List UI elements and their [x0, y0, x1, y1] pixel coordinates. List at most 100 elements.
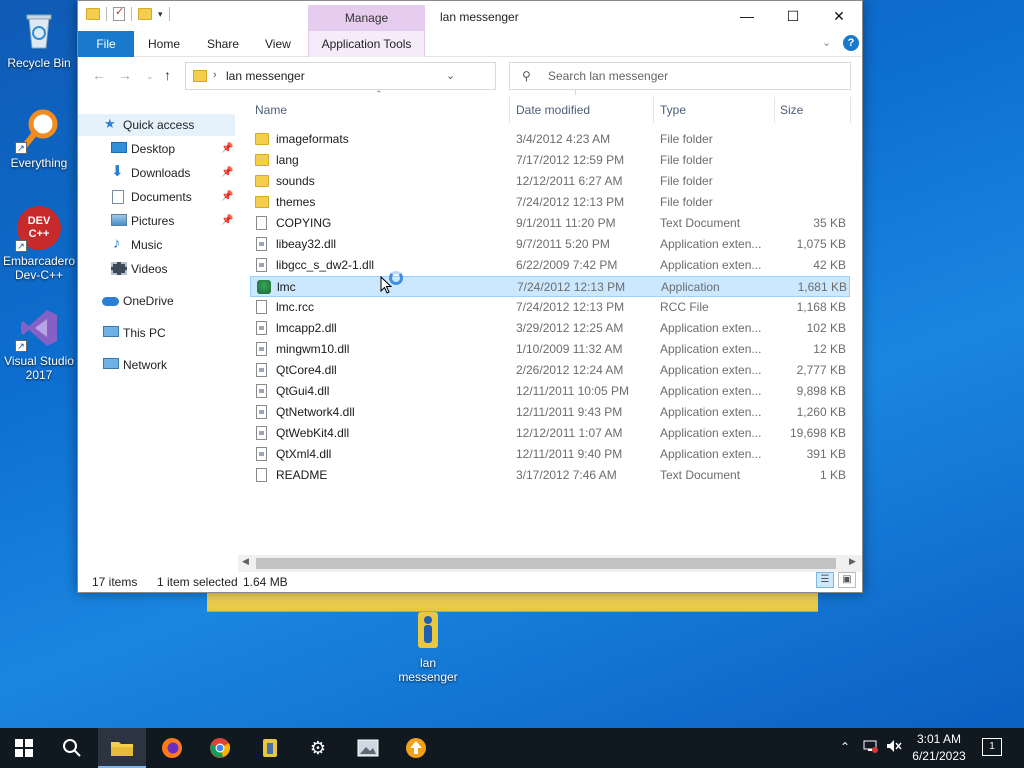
folder-app-icon[interactable]: [246, 728, 294, 768]
tab-home[interactable]: Home: [138, 31, 190, 57]
nav-item-onedrive[interactable]: OneDrive: [78, 290, 235, 312]
firefox-icon[interactable]: [148, 728, 196, 768]
table-row[interactable]: lmc.rcc 7/24/2012 12:13 PM RCC File 1,168 K…: [250, 297, 850, 318]
tab-view[interactable]: View: [255, 31, 301, 57]
details-view-icon[interactable]: ☰: [816, 572, 834, 588]
expand-ribbon-chevron-icon[interactable]: ⌄: [822, 36, 831, 49]
desktop-icon-devcpp[interactable]: DEV C++ ↗ Embarcadero Dev-C++: [1, 206, 77, 282]
table-row[interactable]: sounds 12/12/2011 6:27 AM File folder: [250, 171, 850, 192]
forward-arrow-icon[interactable]: →: [118, 67, 132, 83]
nav-item-pictures[interactable]: Pictures 📌: [78, 210, 235, 232]
chrome-icon[interactable]: [196, 728, 244, 768]
file-name: QtNetwork4.dll: [276, 405, 355, 419]
visual-studio-icon: ↗: [15, 306, 61, 352]
table-row[interactable]: QtNetwork4.dll 12/11/2011 9:43 PM Applicat…: [250, 402, 850, 423]
table-row[interactable]: libeay32.dll 9/7/2011 5:20 PM Application …: [250, 234, 850, 255]
table-row[interactable]: lang 7/17/2012 12:59 PM File folder: [250, 150, 850, 171]
table-row[interactable]: QtCore4.dll 2/26/2012 12:24 AM Application…: [250, 360, 850, 381]
file-type: Application exten...: [660, 321, 762, 335]
cloud-icon: [102, 297, 119, 306]
table-row[interactable]: lmcapp2.dll 3/29/2012 12:25 AM Application…: [250, 318, 850, 339]
nav-item-music[interactable]: ♪ Music: [78, 234, 235, 256]
large-icons-view-icon[interactable]: ▣: [838, 572, 856, 588]
breadcrumb-current[interactable]: lan messenger: [226, 69, 305, 83]
file-date: 3/29/2012 12:25 AM: [516, 321, 624, 335]
recent-locations-chevron-icon[interactable]: ⌄: [146, 71, 154, 82]
desktop-icon-visual-studio[interactable]: ↗ Visual Studio 2017: [1, 306, 77, 382]
pin-icon[interactable]: 📌: [221, 162, 233, 184]
scroll-left-arrow-icon[interactable]: ◀: [242, 556, 249, 567]
photos-icon[interactable]: [344, 728, 392, 768]
pin-icon[interactable]: 📌: [221, 210, 233, 232]
file-date: 7/24/2012 12:13 PM: [516, 195, 625, 209]
table-row[interactable]: COPYING 9/1/2011 11:20 PM Text Document 35 …: [250, 213, 850, 234]
folder-icon: [255, 196, 269, 208]
column-divider[interactable]: [653, 97, 654, 123]
upload-arrow-icon[interactable]: [392, 728, 440, 768]
column-divider[interactable]: [509, 97, 510, 123]
file-date: 12/12/2011 6:27 AM: [516, 174, 623, 188]
desktop-icon-recycle-bin[interactable]: Recycle Bin: [1, 8, 77, 70]
scrollbar-thumb[interactable]: [256, 558, 836, 569]
nav-item-this-pc[interactable]: This PC: [78, 322, 235, 344]
file-explorer-icon[interactable]: [98, 728, 146, 768]
desktop-icon-label: lan messenger: [398, 656, 458, 684]
nav-item-downloads[interactable]: ⬇ Downloads 📌: [78, 162, 235, 184]
column-header-size[interactable]: Size: [780, 95, 850, 125]
address-bar[interactable]: › lan messenger ⌄ ↻: [185, 62, 595, 96]
pin-icon[interactable]: 📌: [221, 138, 233, 160]
pin-icon[interactable]: 📌: [221, 186, 233, 208]
horizontal-scrollbar[interactable]: ◀ ▶: [238, 555, 862, 572]
tab-manage[interactable]: Manage: [308, 5, 425, 31]
close-button[interactable]: ✕: [816, 1, 862, 31]
table-row[interactable]: themes 7/24/2012 12:13 PM File folder: [250, 192, 850, 213]
table-row[interactable]: QtGui4.dll 12/11/2011 10:05 PM Application…: [250, 381, 850, 402]
file-name: imageformats: [276, 132, 349, 146]
show-hidden-icons-chevron-icon[interactable]: ⌃: [840, 740, 850, 754]
tab-share[interactable]: Share: [197, 31, 249, 57]
customize-dropdown-icon[interactable]: ▾: [158, 9, 163, 20]
new-folder-icon[interactable]: [138, 8, 152, 20]
table-row[interactable]: lmc 7/24/2012 12:13 PM Application 1,681 KB: [250, 276, 850, 297]
table-row[interactable]: mingwm10.dll 1/10/2009 11:32 AM Applicatio…: [250, 339, 850, 360]
document-icon: [256, 468, 267, 482]
desktop-icon-lan-messenger[interactable]: lan messenger: [390, 608, 466, 684]
address-dropdown-chevron-icon[interactable]: ⌄: [446, 69, 455, 82]
table-row[interactable]: QtXml4.dll 12/11/2011 9:40 PM Application …: [250, 444, 850, 465]
scroll-right-arrow-icon[interactable]: ▶: [849, 556, 856, 567]
column-header-date[interactable]: Date modified: [516, 95, 651, 125]
start-icon[interactable]: [0, 728, 48, 768]
settings-gear-icon[interactable]: ⚙: [294, 728, 342, 768]
tab-application-tools[interactable]: Application Tools: [308, 31, 425, 57]
nav-item-quick-access[interactable]: ★ Quick access: [78, 114, 235, 136]
back-arrow-icon[interactable]: ←: [92, 67, 106, 83]
search-input[interactable]: [548, 68, 838, 84]
table-row[interactable]: imageformats 3/4/2012 4:23 AM File folder: [250, 129, 850, 150]
minimize-button[interactable]: —: [724, 1, 770, 31]
network-status-icon[interactable]: [862, 739, 878, 756]
column-header-type[interactable]: Type: [660, 95, 770, 125]
devcpp-logo-icon: DEV C++ ↗: [15, 206, 61, 252]
volume-muted-icon[interactable]: [886, 739, 902, 756]
properties-check-icon[interactable]: [113, 5, 125, 21]
table-row[interactable]: README 3/17/2012 7:46 AM Text Document 1 KB: [250, 465, 850, 486]
file-explorer-window: ▾ Manage lan messenger — ☐ ✕ File Home S…: [77, 0, 863, 593]
maximize-button[interactable]: ☐: [770, 1, 816, 31]
table-row[interactable]: QtWebKit4.dll 12/12/2011 1:07 AM Applicati…: [250, 423, 850, 444]
table-row[interactable]: libgcc_s_dw2-1.dll 6/22/2009 7:42 PM Appli…: [250, 255, 850, 276]
search-icon[interactable]: [48, 728, 96, 768]
column-header-name[interactable]: Name: [255, 95, 505, 125]
nav-item-videos[interactable]: Videos: [78, 258, 235, 280]
search-box[interactable]: ⚲: [509, 62, 851, 90]
notification-center-icon[interactable]: 1: [982, 738, 1002, 756]
desktop-icon-everything[interactable]: ↗ Everything: [1, 108, 77, 170]
column-divider[interactable]: [774, 97, 775, 123]
system-clock[interactable]: 3:01 AM 6/21/2023: [906, 731, 972, 765]
nav-item-network[interactable]: Network: [78, 354, 235, 376]
column-divider[interactable]: [850, 97, 851, 123]
help-icon[interactable]: ?: [843, 35, 859, 51]
nav-item-documents[interactable]: Documents 📌: [78, 186, 235, 208]
nav-item-desktop[interactable]: Desktop 📌: [78, 138, 235, 160]
up-arrow-icon[interactable]: ↑: [164, 67, 171, 83]
tab-file[interactable]: File: [78, 31, 134, 57]
